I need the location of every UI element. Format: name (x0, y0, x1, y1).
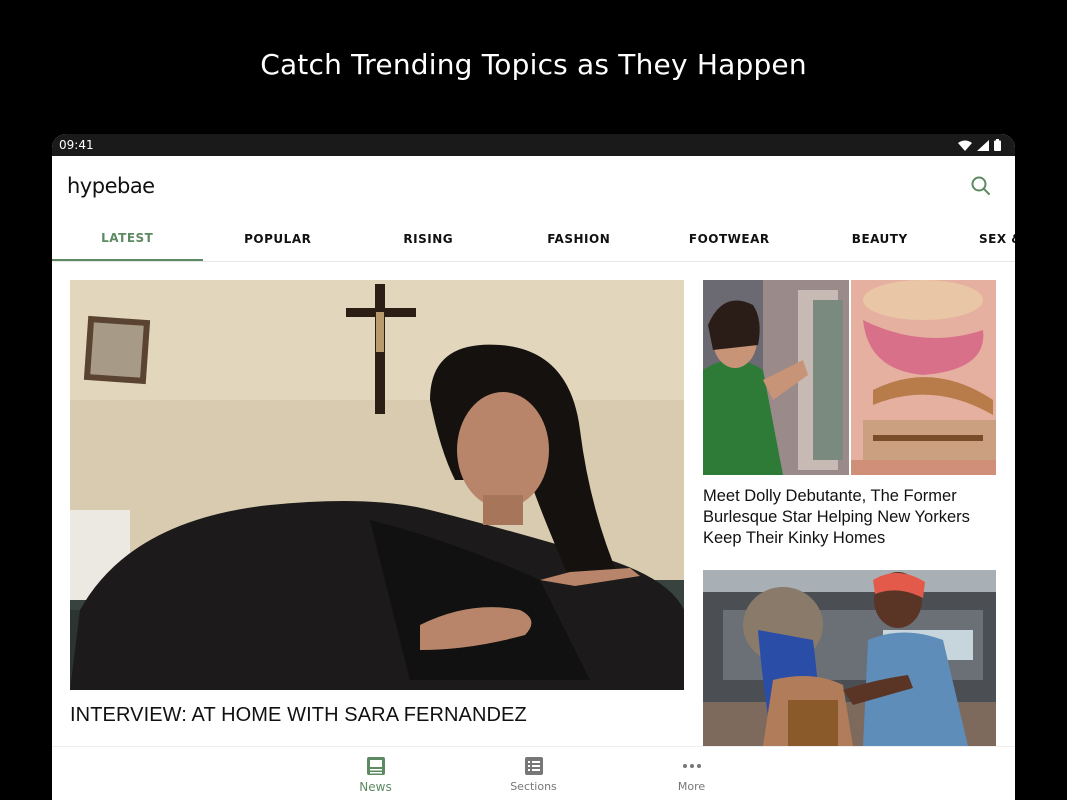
wifi-icon (958, 140, 972, 151)
nav-more-label: More (677, 780, 706, 793)
tab-beauty[interactable]: BEAUTY (805, 216, 956, 261)
sections-icon (524, 757, 543, 775)
signal-icon (977, 139, 989, 151)
hypebae-logo[interactable]: hypebae (67, 174, 155, 198)
tab-sex-and-relationships[interactable]: SEX & (955, 216, 1015, 261)
status-icons (958, 139, 1001, 151)
tab-latest[interactable]: LATEST (52, 216, 203, 261)
news-icon (366, 757, 385, 775)
search-icon[interactable] (969, 174, 993, 198)
category-tabs: LATEST POPULAR RISING FASHION FOOTWEAR B… (52, 216, 1015, 262)
status-time: 09:41 (59, 138, 94, 152)
status-bar: 09:41 (52, 134, 1015, 156)
side-article-image-2[interactable] (703, 570, 996, 746)
hero-article-image[interactable] (70, 280, 684, 690)
tab-popular[interactable]: POPULAR (203, 216, 354, 261)
tablet-frame: 09:41 hypebae LATEST POPULAR RISING FASH… (52, 134, 1015, 800)
nav-news[interactable]: News (336, 747, 416, 800)
promo-headline: Catch Trending Topics as They Happen (260, 48, 807, 81)
nav-more[interactable]: More (652, 747, 732, 800)
more-dots-icon (682, 764, 701, 768)
tab-footwear[interactable]: FOOTWEAR (654, 216, 805, 261)
app-header: hypebae (52, 156, 1015, 216)
nav-sections[interactable]: Sections (494, 747, 574, 800)
bottom-navigation: News Sections More (52, 746, 1015, 800)
side-article-image[interactable] (703, 280, 996, 475)
side-article-title[interactable]: Meet Dolly Debutante, The Former Burlesq… (703, 486, 1003, 549)
tab-rising[interactable]: RISING (353, 216, 504, 261)
hero-article-title[interactable]: INTERVIEW: AT HOME WITH SARA FERNANDEZ (70, 704, 527, 727)
nav-sections-label: Sections (510, 780, 557, 793)
tab-fashion[interactable]: FASHION (504, 216, 655, 261)
article-feed: INTERVIEW: AT HOME WITH SARA FERNANDEZ M… (52, 262, 1015, 746)
battery-icon (994, 139, 1001, 151)
nav-news-label: News (359, 780, 392, 794)
